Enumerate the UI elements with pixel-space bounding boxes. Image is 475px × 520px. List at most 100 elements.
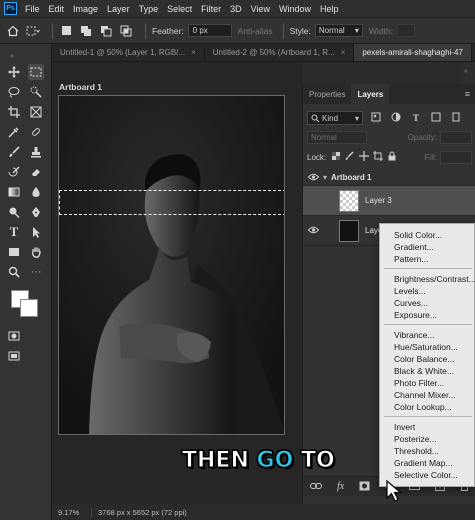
rectangular-marquee-tool-icon[interactable] <box>28 64 44 80</box>
lock-artboard-icon[interactable] <box>372 151 384 163</box>
close-icon[interactable]: × <box>191 48 196 57</box>
menu-item-photo-filter[interactable]: Photo Filter... <box>394 378 444 388</box>
move-tool-icon[interactable] <box>6 64 22 80</box>
clone-stamp-tool-icon[interactable] <box>28 144 44 160</box>
brush-tool-icon[interactable] <box>6 144 22 160</box>
close-icon[interactable]: × <box>341 48 346 57</box>
menu-view[interactable]: View <box>251 4 270 14</box>
menu-item-channel-mixer[interactable]: Channel Mixer... <box>394 390 455 400</box>
tab-properties[interactable]: Properties <box>303 84 351 104</box>
adjustment-filter-icon[interactable] <box>389 112 403 124</box>
menu-item-curves[interactable]: Curves... <box>394 298 428 308</box>
pen-tool-icon[interactable] <box>28 204 44 220</box>
menu-item-pattern[interactable]: Pattern... <box>394 254 429 264</box>
width-input[interactable] <box>396 24 415 37</box>
canvas-area[interactable]: Artboard 1 <box>52 62 302 504</box>
smart-object-filter-icon[interactable] <box>449 112 463 124</box>
selection-marquee[interactable] <box>59 190 284 215</box>
frame-tool-icon[interactable] <box>28 104 44 120</box>
healing-brush-tool-icon[interactable] <box>28 124 44 140</box>
menu-type[interactable]: Type <box>139 4 159 14</box>
path-selection-tool-icon[interactable] <box>28 224 44 240</box>
menu-select[interactable]: Select <box>167 4 192 14</box>
history-brush-tool-icon[interactable] <box>6 164 22 180</box>
blend-mode-select[interactable]: Normal <box>307 130 367 144</box>
menu-file[interactable]: File <box>25 4 40 14</box>
lasso-tool-icon[interactable] <box>6 84 22 100</box>
menu-item-black-white[interactable]: Black & White... <box>394 366 454 376</box>
pixel-filter-icon[interactable] <box>369 112 383 124</box>
layer-effects-icon[interactable]: fx <box>337 481 344 492</box>
kind-filter-select[interactable]: Kind ▾ <box>307 111 363 125</box>
menu-item-selective-color[interactable]: Selective Color... <box>394 470 458 480</box>
eyedropper-tool-icon[interactable] <box>6 124 22 140</box>
menu-item-solid-color[interactable]: Solid Color... <box>394 230 442 240</box>
tab-untitled-2[interactable]: Untitled-2 @ 50% (Artboard 1, R... × <box>205 44 355 61</box>
eraser-tool-icon[interactable] <box>28 164 44 180</box>
artboard-label[interactable]: Artboard 1 <box>59 82 102 92</box>
menu-image[interactable]: Image <box>73 4 98 14</box>
menu-filter[interactable]: Filter <box>201 4 221 14</box>
menu-item-threshold[interactable]: Threshold... <box>394 446 439 456</box>
collapse-toolbar-icon[interactable]: » <box>4 48 20 64</box>
gradient-tool-icon[interactable] <box>6 184 22 200</box>
opacity-input[interactable] <box>440 130 472 144</box>
layer-3-row[interactable]: Layer 3 <box>303 186 475 216</box>
menu-item-invert[interactable]: Invert <box>394 422 415 432</box>
tab-untitled-1[interactable]: Untitled-1 @ 50% (Layer 1, RGB/... × <box>52 44 205 61</box>
menu-window[interactable]: Window <box>279 4 311 14</box>
more-tools-icon[interactable]: ··· <box>28 264 44 280</box>
visibility-eye-icon[interactable] <box>303 226 323 236</box>
style-select[interactable]: Normal ▾ <box>314 24 363 37</box>
menu-item-brightness-contrast[interactable]: Brightness/Contrast... <box>394 274 475 284</box>
menu-item-posterize[interactable]: Posterize... <box>394 434 437 444</box>
menu-3d[interactable]: 3D <box>230 4 242 14</box>
subtract-selection-icon[interactable] <box>99 24 113 38</box>
lock-image-icon[interactable] <box>344 151 356 163</box>
rectangle-tool-icon[interactable] <box>6 244 22 260</box>
layer-group-artboard[interactable]: ▾ Artboard 1 <box>303 170 475 186</box>
menu-edit[interactable]: Edit <box>49 4 65 14</box>
tab-layers[interactable]: Layers <box>351 84 390 104</box>
zoom-level[interactable]: 9.17% <box>52 507 92 517</box>
feather-input[interactable]: 0 px <box>187 24 232 37</box>
photoshop-logo[interactable]: Ps <box>4 2 17 15</box>
lock-all-icon[interactable] <box>386 151 398 163</box>
menu-item-vibrance[interactable]: Vibrance... <box>394 330 434 340</box>
quick-mask-icon[interactable] <box>6 328 22 344</box>
shape-filter-icon[interactable] <box>429 112 443 124</box>
home-icon[interactable] <box>6 24 20 38</box>
add-selection-icon[interactable] <box>79 24 93 38</box>
lock-position-icon[interactable] <box>358 151 370 163</box>
menu-item-color-lookup[interactable]: Color Lookup... <box>394 402 452 412</box>
expand-panels-icon[interactable]: « <box>464 68 468 75</box>
menu-item-levels[interactable]: Levels... <box>394 286 426 296</box>
new-selection-icon[interactable] <box>59 24 73 38</box>
add-mask-icon[interactable] <box>359 481 370 493</box>
fill-input[interactable] <box>440 150 472 164</box>
artboard[interactable] <box>58 95 285 435</box>
visibility-eye-icon[interactable] <box>303 173 323 183</box>
menu-item-gradient[interactable]: Gradient... <box>394 242 434 252</box>
menu-item-hue-saturation[interactable]: Hue/Saturation... <box>394 342 458 352</box>
chevron-down-icon[interactable]: ▾ <box>323 173 327 182</box>
blur-tool-icon[interactable] <box>28 184 44 200</box>
background-color-swatch[interactable] <box>20 299 38 317</box>
menu-help[interactable]: Help <box>320 4 339 14</box>
zoom-tool-icon[interactable] <box>6 264 22 280</box>
lock-transparent-icon[interactable] <box>330 151 342 163</box>
type-filter-icon[interactable]: T <box>409 113 423 123</box>
intersect-selection-icon[interactable] <box>119 24 133 38</box>
link-layers-icon[interactable] <box>310 482 323 492</box>
screen-mode-icon[interactable] <box>6 348 22 364</box>
hand-tool-icon[interactable] <box>28 244 44 260</box>
marquee-preset-icon[interactable] <box>26 24 40 38</box>
menu-item-color-balance[interactable]: Color Balance... <box>394 354 454 364</box>
tab-pexels-photo[interactable]: pexels-amirali-shaghaghi-47 <box>354 44 472 61</box>
crop-tool-icon[interactable] <box>6 104 22 120</box>
menu-item-gradient-map[interactable]: Gradient Map... <box>394 458 453 468</box>
quick-selection-tool-icon[interactable] <box>28 84 44 100</box>
type-tool-icon[interactable]: T <box>6 224 22 240</box>
panel-menu-icon[interactable]: ≡ <box>465 84 470 104</box>
dodge-tool-icon[interactable] <box>6 204 22 220</box>
